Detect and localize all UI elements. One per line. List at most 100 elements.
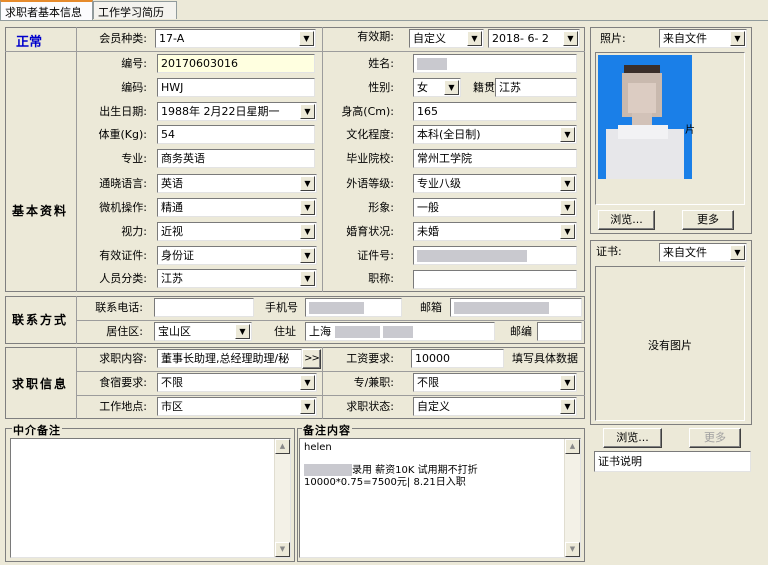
chevron-down-icon[interactable]: ▼ bbox=[300, 200, 315, 215]
address-field[interactable]: 上海 bbox=[305, 322, 495, 341]
language-label: 通晓语言: bbox=[99, 177, 147, 190]
id-no-field[interactable] bbox=[413, 246, 577, 265]
birth-date-picker[interactable]: 1988年 2月22日星期一 ▼ bbox=[157, 102, 317, 121]
category-select[interactable]: 江苏 ▼ bbox=[157, 269, 317, 288]
fulltime-select[interactable]: 不限 ▼ bbox=[413, 373, 577, 392]
origin-field[interactable]: 江苏 bbox=[495, 78, 577, 97]
chevron-down-icon[interactable]: ▼ bbox=[730, 245, 745, 260]
chevron-down-icon[interactable]: ▼ bbox=[560, 224, 575, 239]
scroll-down-icon[interactable]: ▼ bbox=[275, 542, 290, 557]
remark-line: helen bbox=[304, 442, 332, 453]
photo-source-select[interactable]: 来自文件 ▼ bbox=[659, 29, 747, 48]
major-field[interactable]: 商务英语 bbox=[157, 149, 315, 168]
height-label: 身高(Cm): bbox=[341, 105, 394, 118]
redacted-email bbox=[454, 302, 549, 314]
chevron-down-icon[interactable]: ▼ bbox=[560, 127, 575, 142]
photo-label: 照片: bbox=[600, 32, 626, 45]
chevron-down-icon[interactable]: ▼ bbox=[300, 248, 315, 263]
education-select[interactable]: 本科(全日制) ▼ bbox=[413, 125, 577, 144]
scroll-up-icon[interactable]: ▲ bbox=[275, 439, 290, 454]
chevron-down-icon[interactable]: ▼ bbox=[467, 31, 482, 46]
chevron-down-icon[interactable]: ▼ bbox=[560, 399, 575, 414]
weight-field[interactable]: 54 bbox=[157, 125, 315, 144]
chevron-down-icon[interactable]: ▼ bbox=[563, 31, 578, 46]
chevron-down-icon[interactable]: ▼ bbox=[300, 224, 315, 239]
salary-label: 工资要求: bbox=[346, 352, 394, 365]
title-label: 职称: bbox=[368, 272, 394, 285]
scroll-up-icon[interactable]: ▲ bbox=[565, 439, 580, 454]
remark-title: 备注内容 bbox=[302, 422, 352, 438]
redacted-company bbox=[304, 464, 352, 476]
chevron-down-icon[interactable]: ▼ bbox=[560, 375, 575, 390]
school-field[interactable]: 常州工学院 bbox=[413, 149, 577, 168]
job-content-label: 求职内容: bbox=[99, 352, 147, 365]
agency-note-textarea[interactable]: ▲ ▼ bbox=[10, 438, 291, 558]
chevron-down-icon[interactable]: ▼ bbox=[560, 176, 575, 191]
code-field[interactable]: HWJ bbox=[157, 78, 315, 97]
mobile-field[interactable] bbox=[305, 298, 402, 317]
redacted-id bbox=[417, 250, 527, 262]
photo-clipped-text: 片 bbox=[685, 125, 695, 136]
phone-label: 联系电话: bbox=[95, 301, 143, 314]
chevron-down-icon[interactable]: ▼ bbox=[444, 80, 459, 95]
job-content-more-button[interactable]: >> bbox=[302, 349, 321, 369]
section-basic-title: 基本资料 bbox=[12, 204, 69, 218]
job-content-field[interactable]: 董事长助理,总经理助理/秘 bbox=[157, 349, 302, 368]
remark-textarea[interactable]: helen 录用 薪资10K 试用期不打折 10000*0.75=7500元| … bbox=[299, 438, 581, 558]
redacted-name bbox=[417, 58, 447, 70]
chevron-down-icon[interactable]: ▼ bbox=[560, 200, 575, 215]
postcode-field[interactable] bbox=[537, 322, 582, 341]
member-type-label: 会员种类: bbox=[99, 32, 147, 45]
board-select[interactable]: 不限 ▼ bbox=[157, 373, 317, 392]
origin-label: 籍贯 bbox=[473, 81, 495, 94]
chevron-down-icon[interactable]: ▼ bbox=[300, 375, 315, 390]
cert-description-field[interactable]: 证书说明 bbox=[594, 451, 751, 472]
validity-select[interactable]: 自定义 ▼ bbox=[409, 29, 484, 48]
redacted-address bbox=[383, 326, 413, 338]
name-field[interactable] bbox=[413, 54, 577, 73]
chevron-down-icon[interactable]: ▼ bbox=[730, 31, 745, 46]
redacted-address bbox=[334, 326, 380, 338]
salary-hint: 填写具体数据 bbox=[512, 352, 578, 365]
scroll-down-icon[interactable]: ▼ bbox=[565, 542, 580, 557]
district-select[interactable]: 宝山区 ▼ bbox=[154, 322, 252, 341]
photo-more-button[interactable]: 更多 bbox=[682, 210, 734, 230]
foreign-level-label: 外语等级: bbox=[346, 177, 394, 190]
image-select[interactable]: 一般 ▼ bbox=[413, 198, 577, 217]
number-field[interactable]: 20170603016 bbox=[157, 54, 315, 73]
language-select[interactable]: 英语 ▼ bbox=[157, 174, 317, 193]
salary-field[interactable]: 10000 bbox=[411, 349, 504, 368]
job-status-select[interactable]: 自定义 ▼ bbox=[413, 397, 577, 416]
marital-select[interactable]: 未婚 ▼ bbox=[413, 222, 577, 241]
vision-select[interactable]: 近视 ▼ bbox=[157, 222, 317, 241]
chevron-down-icon[interactable]: ▼ bbox=[300, 271, 315, 286]
cert-more-button[interactable]: 更多 bbox=[689, 428, 741, 448]
cert-source-select[interactable]: 来自文件 ▼ bbox=[659, 243, 747, 262]
job-status-label: 求职状态: bbox=[346, 400, 394, 413]
height-field[interactable]: 165 bbox=[413, 102, 577, 121]
cert-browse-button[interactable]: 浏览... bbox=[603, 428, 662, 448]
gender-select[interactable]: 女 ▼ bbox=[413, 78, 461, 97]
computer-select[interactable]: 精通 ▼ bbox=[157, 198, 317, 217]
member-type-select[interactable]: 17-A ▼ bbox=[155, 29, 316, 48]
name-label: 姓名: bbox=[368, 57, 394, 70]
chevron-down-icon[interactable]: ▼ bbox=[300, 399, 315, 414]
title-field[interactable] bbox=[413, 270, 577, 289]
tab-basic-info[interactable]: 求职者基本信息 bbox=[0, 0, 93, 20]
email-field[interactable] bbox=[450, 298, 582, 317]
chevron-down-icon[interactable]: ▼ bbox=[300, 176, 315, 191]
phone-field[interactable] bbox=[154, 298, 254, 317]
photo-browse-button[interactable]: 浏览... bbox=[598, 210, 655, 230]
chevron-down-icon[interactable]: ▼ bbox=[300, 104, 315, 119]
location-select[interactable]: 市区 ▼ bbox=[157, 397, 317, 416]
id-type-select[interactable]: 身份证 ▼ bbox=[157, 246, 317, 265]
scrollbar[interactable]: ▲ ▼ bbox=[274, 439, 290, 557]
chevron-down-icon[interactable]: ▼ bbox=[299, 31, 314, 46]
foreign-level-select[interactable]: 专业八级 ▼ bbox=[413, 174, 577, 193]
vision-label: 视力: bbox=[121, 225, 147, 238]
chevron-down-icon[interactable]: ▼ bbox=[235, 324, 250, 339]
remark-line: 10000*0.75=7500元| 8.21日入职 bbox=[304, 477, 466, 488]
scrollbar[interactable]: ▲ ▼ bbox=[564, 439, 580, 557]
tab-resume[interactable]: 工作学习简历 bbox=[93, 1, 177, 19]
validity-date-picker[interactable]: 2018- 6- 2 ▼ bbox=[488, 29, 580, 48]
